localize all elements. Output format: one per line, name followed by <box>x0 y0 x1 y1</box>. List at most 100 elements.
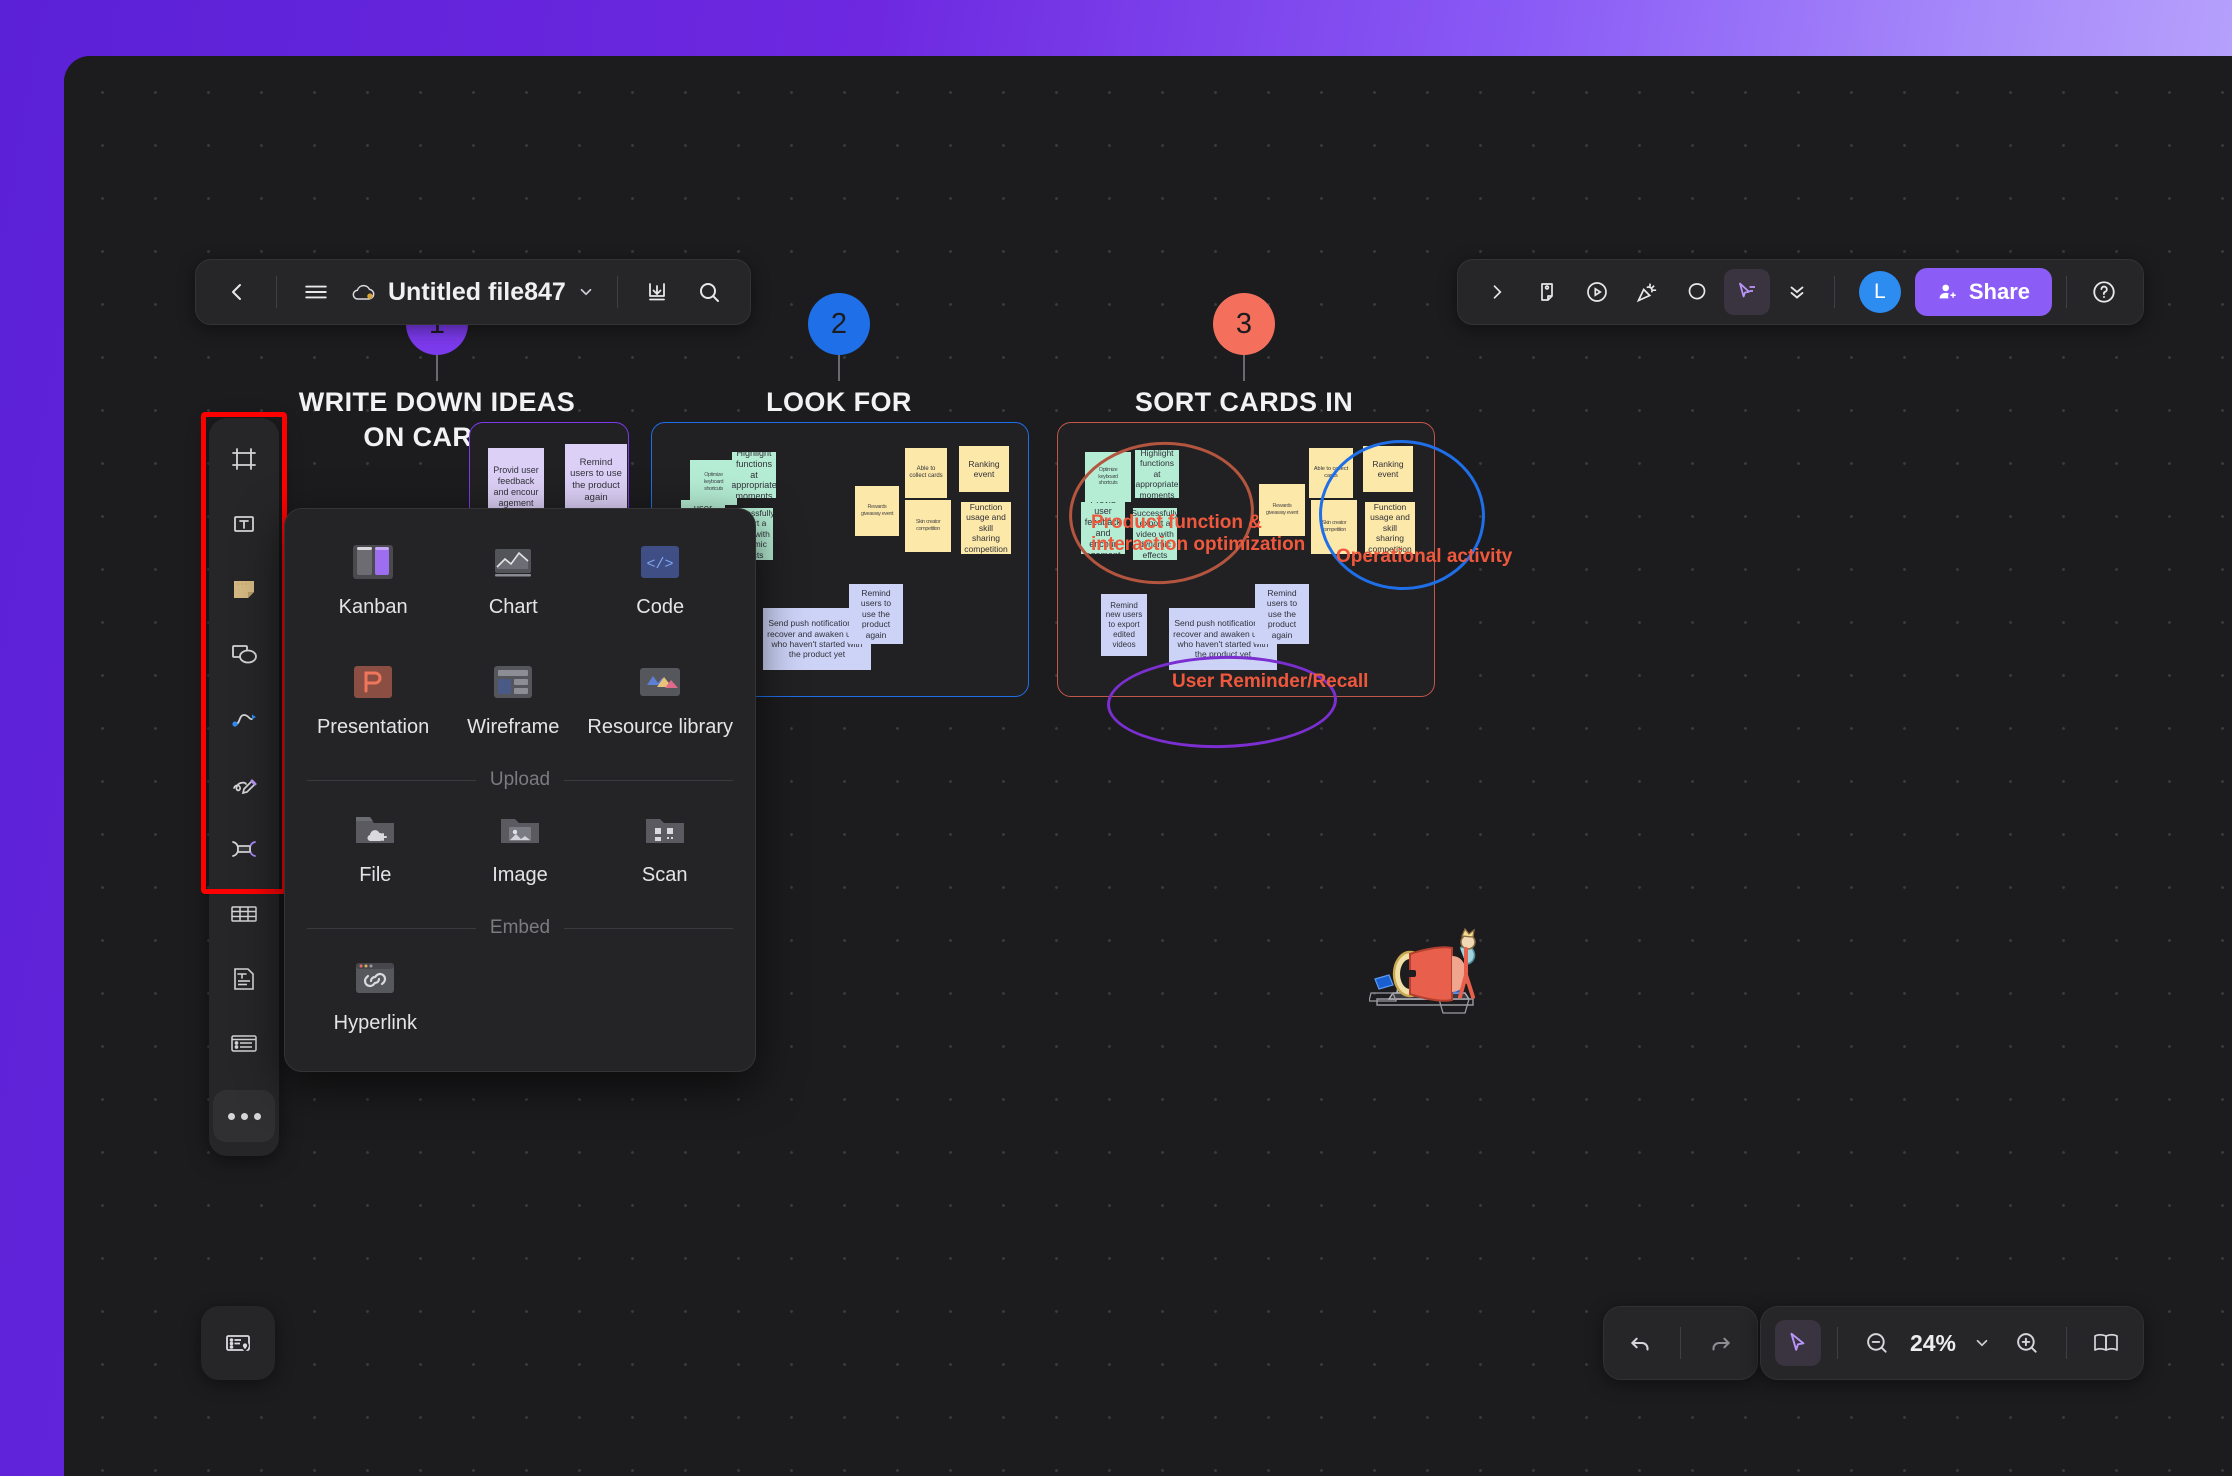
insert-item-label: Resource library <box>587 716 733 738</box>
file-title-menu[interactable]: Untitled file847 <box>345 278 601 307</box>
search-button[interactable] <box>686 269 732 315</box>
navigator-button[interactable] <box>201 1306 275 1380</box>
sticky-note[interactable]: Remind users to use the product again <box>565 444 627 516</box>
download-button[interactable] <box>634 269 680 315</box>
mindmap-tool-icon[interactable] <box>217 1017 271 1071</box>
sticky-note[interactable]: Function usage and skill sharing competi… <box>961 502 1011 554</box>
help-circle-icon[interactable] <box>2081 269 2127 315</box>
frame-badge-stem <box>1243 355 1245 381</box>
chart-icon <box>488 541 538 583</box>
sticky-note-tool-icon[interactable] <box>217 562 271 616</box>
insert-item-label: Chart <box>488 596 538 618</box>
insert-item-kanban[interactable]: Kanban <box>303 531 443 629</box>
sticky-note[interactable]: Remind users to use the product again <box>1255 584 1309 644</box>
comment-icon[interactable] <box>1674 269 1720 315</box>
divider <box>1833 276 1835 308</box>
group-label-product-function: Product function & interaction optimizati… <box>1091 512 1306 556</box>
divider <box>1836 1327 1838 1359</box>
left-toolbar <box>209 418 279 1156</box>
image-icon <box>495 809 545 851</box>
insert-item-file[interactable]: File <box>303 799 448 897</box>
zoom-out-button[interactable] <box>1854 1320 1900 1366</box>
insert-item-label: File <box>359 864 392 886</box>
insert-item-label: Wireframe <box>467 716 560 738</box>
insert-item-label: Presentation <box>316 716 430 738</box>
presentation-icon <box>348 661 398 703</box>
insert-item-label: Image <box>492 864 548 886</box>
insert-menu-popup: Kanban Chart </> Code Presentation Wireframe R… <box>284 508 756 1072</box>
svg-text:</>: </> <box>647 556 674 573</box>
pen-tool-icon[interactable] <box>217 757 271 811</box>
insert-item-label: Hyperlink <box>333 1012 417 1034</box>
cloud-sync-icon <box>351 281 377 303</box>
cursor-select-icon[interactable] <box>1723 269 1770 315</box>
share-button[interactable]: Share <box>1914 268 2052 316</box>
embed-section-divider: Embed <box>307 917 733 939</box>
wireframe-icon <box>488 661 538 703</box>
insert-item-image[interactable]: Image <box>448 799 593 897</box>
file-icon <box>350 809 400 851</box>
sticky-note[interactable]: Remind new users to export edited videos <box>1101 594 1147 656</box>
kanban-icon <box>348 541 398 583</box>
document-tool-icon[interactable] <box>217 952 271 1006</box>
play-circle-icon[interactable] <box>1574 269 1620 315</box>
share-label: Share <box>1968 279 2030 304</box>
shape-tool-icon[interactable] <box>217 627 271 681</box>
add-person-icon <box>1937 281 1959 303</box>
relation-tool-icon[interactable] <box>217 822 271 876</box>
double-chevron-down-icon[interactable] <box>1774 269 1820 315</box>
frame-badge-3: 3 <box>1213 293 1275 355</box>
cursor-tool-button[interactable] <box>1774 1320 1821 1366</box>
zoom-dropdown-button[interactable] <box>1966 1320 1998 1366</box>
text-tool-icon[interactable] <box>217 497 271 551</box>
connector-tool-icon[interactable] <box>217 692 271 746</box>
insert-item-hyperlink[interactable]: Hyperlink <box>303 947 448 1045</box>
megaphone-illustration <box>1392 928 1476 1002</box>
insert-item-chart[interactable]: Chart <box>443 531 583 629</box>
insert-item-scan[interactable]: Scan <box>592 799 737 897</box>
frame-badge-stem <box>838 355 840 381</box>
sticky-note[interactable]: Skin creator competition <box>905 500 951 552</box>
minimap-button[interactable] <box>2083 1320 2129 1366</box>
back-button[interactable] <box>214 269 260 315</box>
group-label-user-reminder: User Reminder/Recall <box>1172 671 1369 692</box>
frame-tool-icon[interactable] <box>217 432 271 486</box>
insert-item-label: Code <box>636 596 685 618</box>
divider <box>2066 276 2067 308</box>
insert-item-wireframe[interactable]: Wireframe <box>443 651 583 749</box>
frame-badge-stem <box>436 355 438 381</box>
sticky-note[interactable]: Able to collect cards <box>905 448 947 498</box>
zoom-level-value[interactable]: 24% <box>1906 1330 1960 1357</box>
upload-section-divider: Upload <box>307 769 733 791</box>
zoom-in-button[interactable] <box>2004 1320 2050 1366</box>
undo-button[interactable] <box>1618 1320 1664 1366</box>
insert-item-code[interactable]: </> Code <box>583 531 737 629</box>
frame-badge-2: 2 <box>808 293 870 355</box>
table-tool-icon[interactable] <box>217 887 271 941</box>
redo-button[interactable] <box>1697 1320 1743 1366</box>
sticky-note[interactable]: Ranking event <box>959 446 1009 492</box>
sticky-note[interactable]: Rewards giveaway event <box>855 486 899 536</box>
undo-redo-toolbar <box>1603 1306 1758 1380</box>
code-icon: </> <box>635 541 685 583</box>
top-left-toolbar: Untitled file847 <box>195 259 751 325</box>
group-label-operational-activity: Operational activity <box>1336 546 1513 567</box>
divider <box>1680 1327 1681 1359</box>
insert-item-label: Kanban <box>338 596 408 618</box>
sticky-note[interactable]: Optimize keyboard shortcuts <box>690 460 737 505</box>
insert-item-resource-library[interactable]: Resource library <box>583 651 737 749</box>
divider <box>2066 1327 2067 1359</box>
top-right-toolbar: L Share <box>1456 259 2144 325</box>
sticky-note[interactable]: Remind users to use the product again <box>849 584 903 644</box>
divider <box>276 276 277 308</box>
expand-right-icon[interactable] <box>1474 269 1520 315</box>
hyperlink-icon <box>350 957 400 999</box>
sticky-note[interactable]: Highlight functions at appropriate momen… <box>732 452 776 498</box>
hamburger-menu-icon[interactable] <box>293 269 339 315</box>
avatar[interactable]: L <box>1858 271 1901 313</box>
template-icon[interactable] <box>1524 269 1570 315</box>
insert-item-presentation[interactable]: Presentation <box>303 651 443 749</box>
file-title-text: Untitled file847 <box>388 277 566 306</box>
more-tools-button[interactable] <box>213 1090 275 1142</box>
celebrate-icon[interactable] <box>1624 269 1670 315</box>
